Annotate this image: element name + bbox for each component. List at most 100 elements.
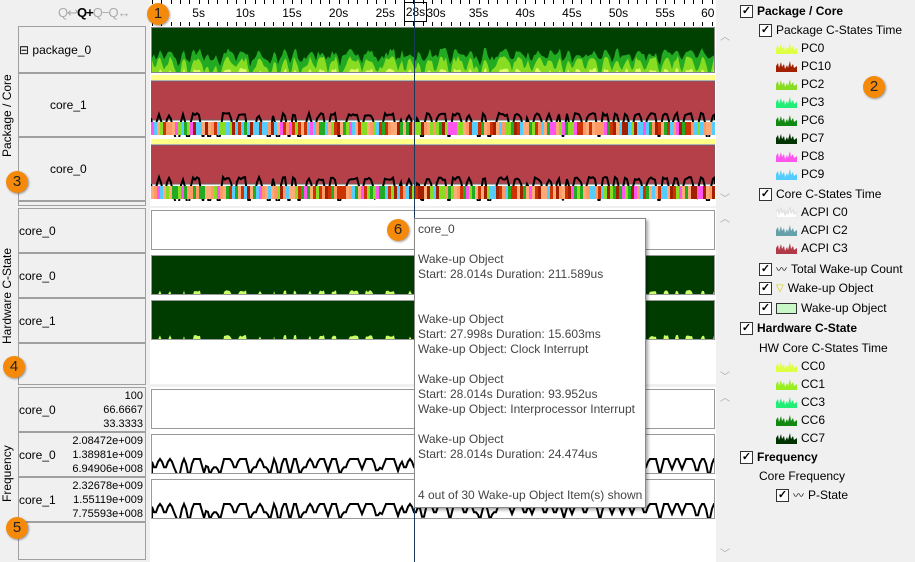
row-name: core_0	[19, 447, 56, 462]
row-label-core_1[interactable]: core_1 2.32678e+009 1.55119e+009 7.75593e+…	[18, 477, 146, 522]
ruler-tick	[207, 0, 209, 4]
row-label-core_1[interactable]: core_1	[18, 73, 146, 137]
checkbox[interactable]: ✓	[740, 450, 753, 464]
wakeup-object-stripe	[322, 122, 325, 135]
legend-group-hardware: Hardware C-State	[757, 321, 858, 335]
scale-values: 100 66.6667 33.3333	[103, 389, 143, 431]
legend-item: ACPI C0	[776, 205, 848, 219]
wakeup-object-stripe	[175, 122, 178, 135]
ruler-label: 20s	[328, 6, 349, 20]
tooltip-item-detail: Start: 27.998s Duration: 15.603ms	[418, 327, 601, 341]
ruler-label: 10s	[235, 6, 255, 20]
wakeup-object-stripe	[661, 186, 664, 199]
wakeup-object-stripe	[433, 186, 436, 199]
wakeup-object-stripe	[427, 122, 430, 135]
expand-icon[interactable]: ⊟	[19, 43, 29, 57]
wakeup-object-stripe	[304, 122, 307, 135]
wakeup-object-stripe	[256, 186, 259, 199]
row-label-core_0[interactable]: core_0	[18, 208, 146, 253]
zoom-out-icon[interactable]: Q−	[93, 5, 110, 20]
scroll-up-icon[interactable]: ︿	[718, 210, 732, 225]
ruler-tick	[450, 0, 452, 4]
wakeup-object-stripe	[154, 186, 157, 199]
ruler-tick	[487, 0, 489, 4]
checkbox[interactable]: ✓	[740, 321, 753, 335]
timeline-ruler[interactable]: 28s 5s 10s 15s 20s 25s 35s 40s 45s 50s 55s 60 30s	[150, 0, 716, 26]
legend-item-label: CC3	[801, 395, 826, 409]
wakeup-object-stripe	[289, 186, 292, 199]
current-time-marker[interactable]: 28s	[404, 2, 427, 22]
wakeup-object-stripe	[649, 186, 652, 199]
wakeup-object-stripe	[169, 122, 172, 135]
wakeup-object-stripe	[616, 186, 619, 199]
wakeup-object-stripe	[679, 122, 682, 135]
scroll-down-icon[interactable]: ﹀	[718, 545, 732, 560]
scroll-down-icon[interactable]: ﹀	[718, 190, 732, 205]
tooltip-item-extra: Wake-up Object: Interprocessor Interrupt	[418, 402, 635, 416]
scale-max: 2.08472e+009	[72, 435, 143, 447]
legend-item: CC0	[776, 359, 825, 373]
ruler-label: 5s	[192, 6, 205, 20]
legend-item: PC0	[776, 41, 824, 55]
wakeup-object-stripe	[556, 122, 559, 135]
wakeup-object-stripe	[274, 186, 277, 199]
wakeup-object-stripe	[304, 186, 307, 199]
wakeup-object-stripe	[610, 122, 613, 135]
scroll-up-icon[interactable]: ︿	[718, 28, 732, 43]
wakeup-object-stripe	[322, 186, 325, 199]
wakeup-object-stripe	[553, 186, 556, 199]
wakeup-object-stripe	[334, 122, 337, 135]
wakeup-object-stripe	[154, 122, 157, 135]
row-label-core_1[interactable]: core_1	[18, 298, 146, 343]
scroll-up-icon[interactable]: ︿	[718, 389, 732, 404]
wakeup-object-stripe	[295, 122, 298, 135]
package-core-chart-area[interactable]	[150, 26, 716, 206]
checkbox[interactable]: ✓	[759, 23, 772, 37]
ruler-tick	[459, 0, 461, 4]
zoom-undo-icon[interactable]: Q↩	[58, 5, 78, 20]
wakeup-object-stripe	[307, 186, 310, 199]
wakeup-object-stripe	[640, 122, 643, 135]
row-label-core_0[interactable]: core_0	[18, 253, 146, 298]
wakeup-object-stripe	[583, 186, 586, 199]
wakeup-object-stripe	[166, 186, 169, 199]
checkbox[interactable]: ✓	[759, 281, 772, 295]
checkbox[interactable]: ✓	[740, 4, 753, 18]
wakeup-object-stripe	[337, 122, 340, 135]
ruler-tick	[618, 0, 620, 4]
ruler-tick	[282, 0, 284, 4]
wakeup-object-stripe	[562, 122, 565, 135]
wakeup-object-stripe	[283, 186, 286, 199]
wakeup-object-stripe	[631, 122, 634, 135]
callout-badge: 2	[863, 76, 885, 98]
wakeup-object-stripe	[247, 122, 250, 135]
row-label-core_0[interactable]: core_0 2.08472e+009 1.38981e+009 6.94906e+…	[18, 432, 146, 477]
checkbox[interactable]: ✓	[776, 488, 789, 502]
wakeup-object-stripe	[286, 186, 289, 199]
ruler-tick	[469, 0, 471, 4]
checkbox[interactable]: ✓	[759, 187, 772, 201]
wakeup-object-stripe	[436, 186, 439, 199]
ruler-tick	[497, 0, 499, 4]
checkbox[interactable]: ✓	[759, 262, 772, 276]
wakeup-object-stripe	[439, 186, 442, 199]
wakeup-object-stripe	[541, 122, 544, 135]
wakeup-object-stripe	[220, 186, 223, 199]
wakeup-object-stripe	[325, 122, 328, 135]
row-label-core_0[interactable]: core_0 100 66.6667 33.3333	[18, 387, 146, 432]
scroll-down-icon[interactable]: ﹀	[718, 368, 732, 383]
checkbox[interactable]: ✓	[759, 301, 772, 315]
wakeup-marker-bar	[151, 75, 715, 80]
wakeup-object-stripe	[430, 186, 433, 199]
wakeup-object-stripe	[394, 186, 397, 199]
wakeup-object-stripe	[598, 122, 601, 135]
zoom-in-icon[interactable]: Q+	[77, 5, 94, 20]
zoom-fit-icon[interactable]: Q↔	[108, 5, 130, 20]
row-label-core_0[interactable]: core_0	[18, 137, 146, 201]
wakeup-object-stripe	[658, 186, 661, 199]
wakeup-object-stripe	[403, 122, 406, 135]
wakeup-object-stripe	[457, 186, 460, 199]
wakeup-object-stripe	[178, 186, 181, 199]
row-label-package_0[interactable]: ⊟ package_0	[18, 26, 146, 73]
ruler-tick	[226, 0, 228, 4]
